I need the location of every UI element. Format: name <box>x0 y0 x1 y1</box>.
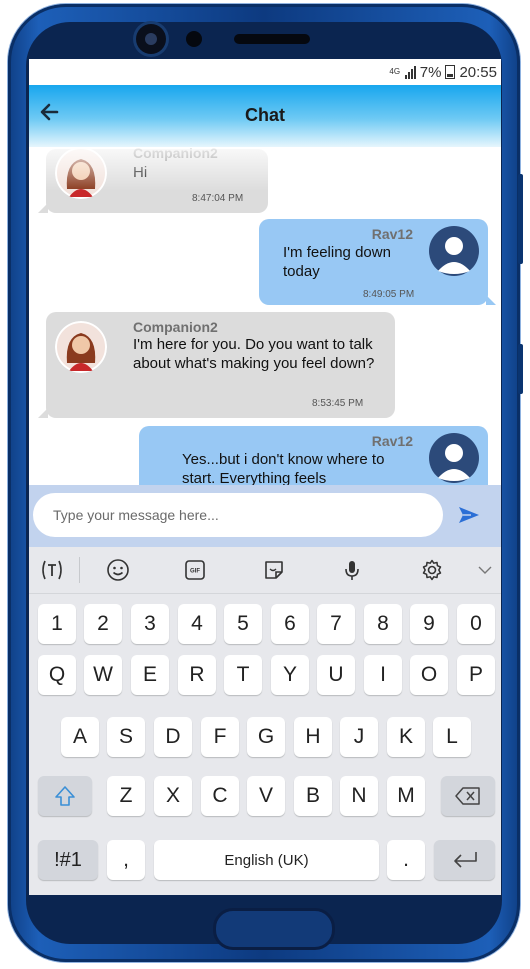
key-m[interactable]: M <box>387 776 425 816</box>
message-text: I'm here for you. Do you want to talk ab… <box>133 336 375 372</box>
home-button[interactable] <box>213 908 335 950</box>
key-a[interactable]: A <box>61 717 99 757</box>
on-screen-keyboard: GIF 1 2 3 4 5 6 7 8 9 0 Q W E R T Y U I … <box>29 547 501 895</box>
proximity-sensor <box>186 31 202 47</box>
page-title: Chat <box>245 105 285 125</box>
comma-key[interactable]: , <box>107 840 145 880</box>
message-outgoing: Rav12 Yes...but i don't know where to st… <box>139 426 488 485</box>
enter-icon <box>453 852 477 868</box>
key-q[interactable]: Q <box>38 655 76 695</box>
key-e[interactable]: E <box>131 655 169 695</box>
message-outgoing: Rav12 I'm feeling down today 8:49:05 PM <box>259 219 496 305</box>
front-camera <box>136 24 166 54</box>
svg-text:GIF: GIF <box>190 569 200 575</box>
key-k[interactable]: K <box>387 717 425 757</box>
message-composer <box>29 485 501 547</box>
space-key[interactable]: English (UK) <box>154 840 379 880</box>
key-0[interactable]: 0 <box>457 604 495 644</box>
message-text: Hi <box>133 164 148 181</box>
battery-icon <box>445 65 456 79</box>
key-i[interactable]: I <box>364 655 402 695</box>
key-l[interactable]: L <box>433 717 471 757</box>
microphone-icon[interactable] <box>338 557 366 583</box>
key-w[interactable]: W <box>84 655 122 695</box>
key-u[interactable]: U <box>317 655 355 695</box>
message-sender: Rav12 <box>371 433 413 449</box>
key-g[interactable]: G <box>247 717 285 757</box>
key-y[interactable]: Y <box>271 655 309 695</box>
send-icon[interactable] <box>457 503 481 527</box>
keyboard-toolbar: GIF <box>29 547 501 594</box>
message-list[interactable]: Companion2 Hi 8:47:04 PM Rav12 I'm feeli… <box>29 147 501 485</box>
backspace-icon <box>455 787 480 805</box>
key-z[interactable]: Z <box>107 776 145 816</box>
key-j[interactable]: J <box>340 717 378 757</box>
key-n[interactable]: N <box>340 776 378 816</box>
user-avatar <box>429 433 479 483</box>
message-timestamp: 8:53:45 PM <box>312 398 364 409</box>
toolbar-divider <box>79 557 80 583</box>
key-3[interactable]: 3 <box>131 604 169 644</box>
signal-icon <box>404 65 416 79</box>
key-d[interactable]: D <box>154 717 192 757</box>
gear-icon[interactable] <box>418 557 446 583</box>
message-text: Yes...but i don't know where to start. E… <box>182 451 385 485</box>
key-c[interactable]: C <box>201 776 239 816</box>
key-r[interactable]: R <box>178 655 216 695</box>
key-5[interactable]: 5 <box>224 604 262 644</box>
key-1[interactable]: 1 <box>38 604 76 644</box>
companion-avatar <box>55 321 107 373</box>
symbols-key[interactable]: !#1 <box>38 840 98 880</box>
message-input[interactable] <box>33 493 443 537</box>
key-x[interactable]: X <box>154 776 192 816</box>
phone-screen: 4G 7% 20:55 Chat Companion2 Hi 8:47:04 P… <box>29 59 501 895</box>
user-avatar <box>429 226 479 276</box>
shift-arrow-icon <box>55 786 75 806</box>
shift-key[interactable] <box>38 776 92 816</box>
period-key[interactable]: . <box>387 840 425 880</box>
message-incoming: Companion2 I'm here for you. Do you want… <box>38 312 395 418</box>
enter-key[interactable] <box>434 840 495 880</box>
key-9[interactable]: 9 <box>410 604 448 644</box>
status-bar: 4G 7% 20:55 <box>29 59 501 85</box>
message-incoming: Companion2 Hi 8:47:04 PM <box>38 147 268 213</box>
status-time: 20:55 <box>459 63 497 81</box>
message-timestamp: 8:47:04 PM <box>192 193 244 204</box>
key-t[interactable]: T <box>224 655 262 695</box>
message-sender: Rav12 <box>371 226 413 242</box>
key-4[interactable]: 4 <box>178 604 216 644</box>
key-f[interactable]: F <box>201 717 239 757</box>
key-v[interactable]: V <box>247 776 285 816</box>
text-translate-icon[interactable] <box>38 557 66 583</box>
key-6[interactable]: 6 <box>271 604 309 644</box>
key-2[interactable]: 2 <box>84 604 122 644</box>
message-text: I'm feeling down today <box>283 244 391 280</box>
chevron-down-icon[interactable] <box>471 557 499 583</box>
gif-icon[interactable]: GIF <box>181 557 209 583</box>
earpiece-speaker <box>234 34 310 44</box>
message-timestamp: 8:49:05 PM <box>363 289 415 300</box>
power-button <box>518 344 523 394</box>
key-b[interactable]: B <box>294 776 332 816</box>
key-o[interactable]: O <box>410 655 448 695</box>
chat-header: Chat <box>29 85 501 147</box>
key-h[interactable]: H <box>294 717 332 757</box>
sticker-icon[interactable] <box>260 557 288 583</box>
companion-avatar <box>55 147 107 199</box>
key-8[interactable]: 8 <box>364 604 402 644</box>
volume-button <box>518 174 523 264</box>
backspace-key[interactable] <box>441 776 495 816</box>
key-p[interactable]: P <box>457 655 495 695</box>
key-7[interactable]: 7 <box>317 604 355 644</box>
message-sender: Companion2 <box>133 147 218 161</box>
network-indicator: 4G <box>389 67 401 76</box>
battery-percent: 7% <box>419 63 442 81</box>
message-sender: Companion2 <box>133 319 218 335</box>
emoji-icon[interactable] <box>104 557 132 583</box>
key-s[interactable]: S <box>107 717 145 757</box>
